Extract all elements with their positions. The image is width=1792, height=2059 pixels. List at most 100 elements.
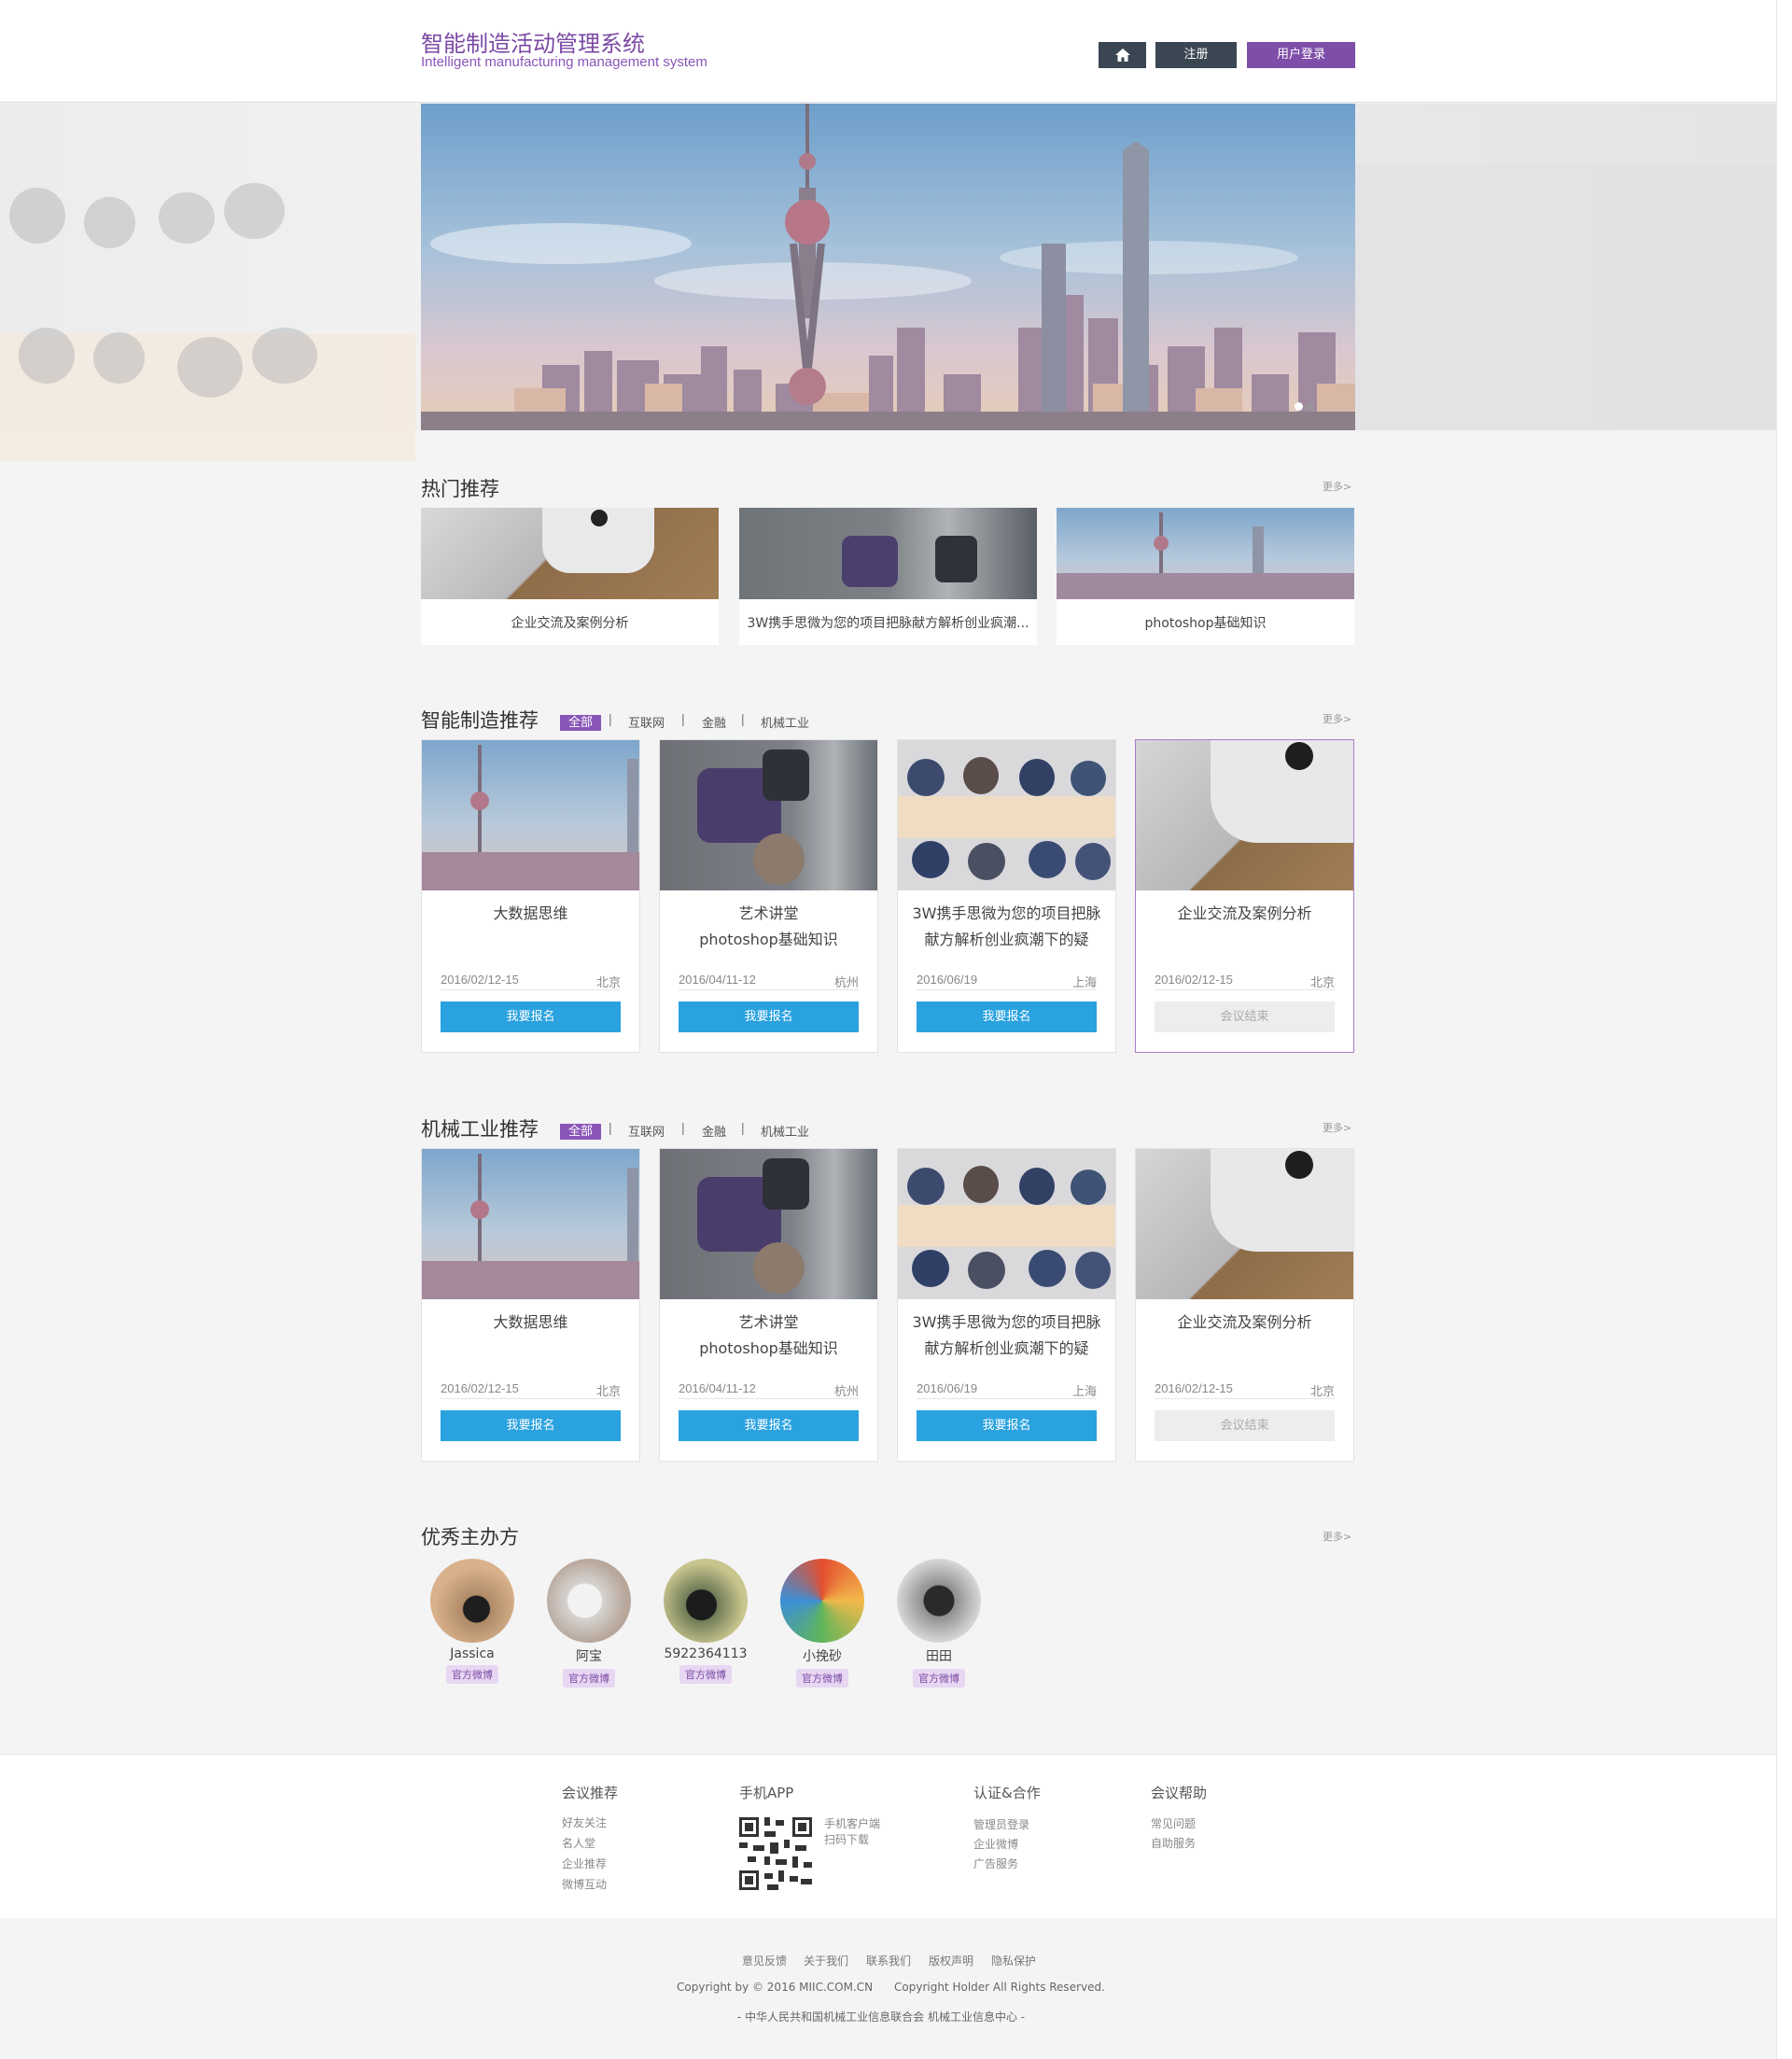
footer-bottom (0, 1918, 1776, 2059)
event-date: 2016/06/19 (917, 973, 978, 987)
register-button[interactable]: 注册 (1155, 42, 1237, 68)
footer-link[interactable]: 常见问题 (1151, 1815, 1196, 1831)
footer-link[interactable]: 自助服务 (1151, 1835, 1196, 1851)
event-city: 上海 (1071, 1385, 1097, 1399)
weibo-badge[interactable]: 官方微博 (446, 1665, 498, 1684)
hot-card-caption: 3W携手思微为您的项目把脉献方解析创业疯潮... (747, 616, 1029, 631)
filter-machinery[interactable]: 机械工业 (761, 713, 809, 731)
organizer-name[interactable]: 田田 (892, 1646, 986, 1665)
hot-card-caption: photoshop基础知识 (1144, 616, 1267, 631)
footer-link[interactable]: 手机客户端 (824, 1815, 880, 1831)
organizers-more-link[interactable]: 更多> (1323, 1529, 1351, 1544)
section-more-link[interactable]: 更多> (1323, 1120, 1351, 1135)
avatar[interactable] (547, 1559, 631, 1643)
event-city: 杭州 (833, 976, 859, 990)
organizer[interactable]: 5922364113 官方微博 (659, 1559, 752, 1684)
keyboard-computer-image (1136, 1149, 1353, 1299)
avatar[interactable] (664, 1559, 748, 1643)
organizer[interactable]: 小挽砂 官方微博 (776, 1559, 869, 1688)
event-card[interactable]: 大数据思维 2016/02/12-15 北京 我要报名 (421, 1148, 640, 1462)
filter-internet[interactable]: 互联网 (628, 1122, 665, 1140)
site-title[interactable]: 智能制造活动管理系统 (421, 25, 645, 58)
register-event-button[interactable]: 我要报名 (441, 1410, 621, 1441)
event-title[interactable]: 企业交流及案例分析 (1147, 901, 1342, 955)
weibo-badge[interactable]: 官方微博 (679, 1665, 732, 1684)
filter-all[interactable]: 全部 (560, 712, 602, 731)
organizer[interactable]: Jassica 官方微博 (426, 1559, 519, 1684)
footer-col-title: 认证&合作 (973, 1785, 1041, 1801)
event-city: 杭州 (833, 1385, 859, 1399)
footer-link[interactable]: 广告服务 (973, 1856, 1018, 1871)
filter-all[interactable]: 全部 (560, 1121, 602, 1140)
banner-slide[interactable] (421, 104, 1355, 430)
filter-separator: | (609, 711, 612, 726)
register-event-button[interactable]: 我要报名 (917, 1410, 1097, 1441)
event-card[interactable]: 艺术讲堂 photoshop基础知识 2016/04/11-12 杭州 我要报名 (659, 739, 878, 1053)
weibo-badge[interactable]: 官方微博 (563, 1669, 615, 1688)
filter-machinery[interactable]: 机械工业 (761, 1122, 809, 1140)
register-event-button[interactable]: 我要报名 (679, 1001, 859, 1032)
event-title[interactable]: 3W携手思微为您的项目把脉献方解析创业疯潮下的疑 (909, 1310, 1104, 1364)
contact-link[interactable]: 联系我们 (866, 1953, 911, 1968)
event-card[interactable]: 3W携手思微为您的项目把脉献方解析创业疯潮下的疑 2016/06/19 上海 我… (897, 739, 1116, 1053)
register-event-button[interactable]: 我要报名 (917, 1001, 1097, 1032)
event-title[interactable]: 艺术讲堂 photoshop基础知识 (671, 1310, 866, 1364)
copyright-link[interactable]: 版权声明 (929, 1953, 973, 1968)
divider (441, 989, 621, 990)
event-title[interactable]: 艺术讲堂 photoshop基础知识 (671, 901, 866, 955)
section-title: 机械工业推荐 (421, 1118, 539, 1141)
filter-separator: | (741, 711, 745, 726)
feedback-link[interactable]: 意见反馈 (742, 1953, 787, 1968)
footer-link[interactable]: 好友关注 (562, 1814, 607, 1830)
hot-card[interactable]: photoshop基础知识 (1057, 508, 1354, 645)
event-card[interactable]: 企业交流及案例分析 2016/02/12-15 北京 会议结束 (1135, 739, 1354, 1053)
hot-card[interactable]: 3W携手思微为您的项目把脉献方解析创业疯潮... (739, 508, 1037, 645)
copyright-text: Copyright by © 2016 MIIC.COM.CN (677, 1981, 874, 1994)
home-button[interactable] (1099, 42, 1146, 68)
event-date: 2016/02/12-15 (441, 1381, 519, 1395)
privacy-link[interactable]: 隐私保护 (991, 1953, 1036, 1968)
about-link[interactable]: 关于我们 (804, 1953, 848, 1968)
banner-dot-2[interactable] (1306, 402, 1314, 411)
banner-dot-1[interactable] (1295, 402, 1303, 411)
event-title[interactable]: 3W携手思微为您的项目把脉献方解析创业疯潮下的疑 (909, 901, 1104, 955)
footer-link[interactable]: 名人堂 (562, 1835, 595, 1851)
login-button[interactable]: 用户登录 (1247, 42, 1355, 68)
organizer-name[interactable]: 阿宝 (542, 1646, 636, 1665)
footer-link[interactable]: 企业微博 (973, 1836, 1018, 1852)
footer-link[interactable]: 扫码下载 (824, 1831, 869, 1847)
filter-finance[interactable]: 金融 (702, 713, 726, 731)
avatar[interactable] (780, 1559, 864, 1643)
event-card[interactable]: 3W携手思微为您的项目把脉献方解析创业疯潮下的疑 2016/06/19 上海 我… (897, 1148, 1116, 1462)
filter-internet[interactable]: 互联网 (628, 713, 665, 731)
avatar[interactable] (430, 1559, 514, 1643)
footer-link[interactable]: 微博互动 (562, 1876, 607, 1892)
hot-title: 热门推荐 (421, 478, 499, 500)
page-scrollbar[interactable] (1776, 0, 1792, 2059)
register-event-button[interactable]: 我要报名 (441, 1001, 621, 1032)
organizer[interactable]: 田田 官方微博 (892, 1559, 986, 1688)
event-card[interactable]: 艺术讲堂 photoshop基础知识 2016/04/11-12 杭州 我要报名 (659, 1148, 878, 1462)
avatar[interactable] (897, 1559, 981, 1643)
hot-more-link[interactable]: 更多> (1323, 479, 1351, 494)
event-ended-button: 会议结束 (1155, 1001, 1335, 1032)
section-more-link[interactable]: 更多> (1323, 711, 1351, 726)
footer-link[interactable]: 管理员登录 (973, 1816, 1029, 1832)
filter-finance[interactable]: 金融 (702, 1122, 726, 1140)
divider (679, 1398, 859, 1399)
weibo-badge[interactable]: 官方微博 (913, 1669, 965, 1688)
organizer[interactable]: 阿宝 官方微博 (542, 1559, 636, 1688)
event-title[interactable]: 大数据思维 (433, 901, 628, 955)
organizer-name[interactable]: 小挽砂 (776, 1646, 869, 1665)
event-card[interactable]: 企业交流及案例分析 2016/02/12-15 北京 会议结束 (1135, 1148, 1354, 1462)
event-title[interactable]: 大数据思维 (433, 1310, 628, 1364)
organizer-name[interactable]: 5922364113 (659, 1646, 752, 1661)
hot-card[interactable]: 企业交流及案例分析 (421, 508, 719, 645)
footer-link[interactable]: 企业推荐 (562, 1856, 607, 1871)
register-event-button[interactable]: 我要报名 (679, 1410, 859, 1441)
event-title[interactable]: 企业交流及案例分析 (1147, 1310, 1342, 1364)
weibo-badge[interactable]: 官方微博 (796, 1669, 848, 1688)
organizer-name[interactable]: Jassica (426, 1646, 519, 1661)
event-card[interactable]: 大数据思维 2016/02/12-15 北京 我要报名 (421, 739, 640, 1053)
qr-code-icon[interactable] (739, 1817, 812, 1890)
